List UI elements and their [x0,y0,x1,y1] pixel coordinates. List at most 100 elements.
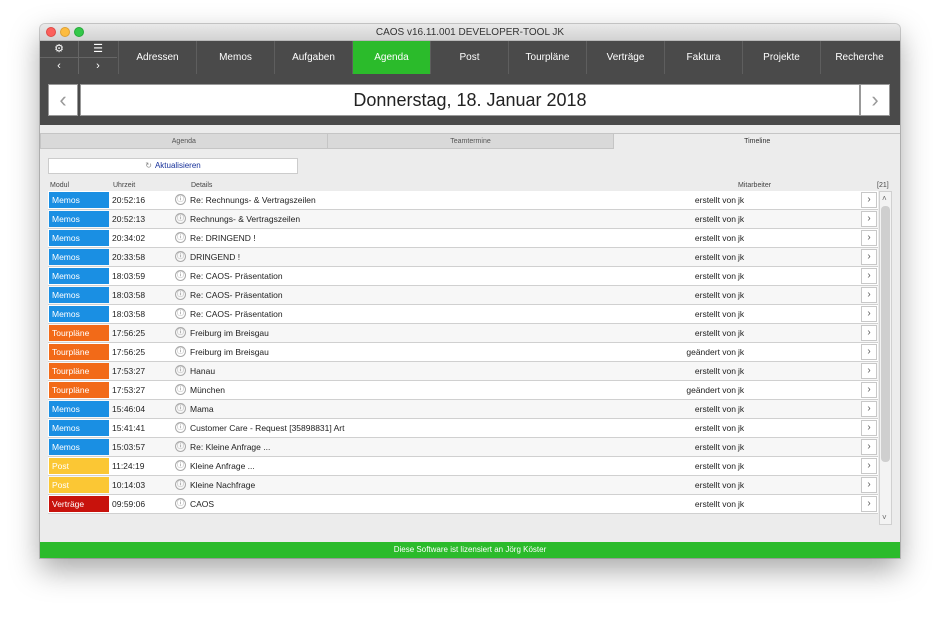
table-row[interactable]: Memos 15:41:41 ⓘ Customer Care - Request [3… [48,419,878,438]
open-row-chevron-icon[interactable]: › [861,477,877,493]
previous-day-chevron-icon[interactable]: ‹ [48,84,78,116]
open-row-chevron-icon[interactable]: › [861,401,877,417]
info-icon[interactable]: ⓘ [175,232,186,243]
nav-tab-2[interactable]: Aufgaben [274,41,352,74]
table-row[interactable]: Memos 18:03:58 ⓘ Re: CAOS- Präsentation erst… [48,305,878,324]
tab-agenda[interactable]: Agenda [40,133,327,149]
open-row-chevron-icon[interactable]: › [861,192,877,208]
nav-tab-7[interactable]: Faktura [664,41,742,74]
nav-tab-6[interactable]: Verträge [586,41,664,74]
nav-tab-0[interactable]: Adressen [118,41,196,74]
open-row-chevron-icon[interactable]: › [861,458,877,474]
module-badge: Memos [49,268,109,284]
nav-tab-5[interactable]: Tourpläne [508,41,586,74]
tab-teamtermine[interactable]: Teamtermine [326,133,614,149]
module-badge: Post [49,477,109,493]
row-action: geändert von [686,385,736,395]
nav-tab-8[interactable]: Projekte [742,41,820,74]
info-icon[interactable]: ⓘ [175,194,186,205]
maximize-window-button[interactable] [74,27,84,37]
row-time: 17:56:25 [112,347,146,357]
table-row[interactable]: Memos 20:52:16 ⓘ Re: Rechnungs- & Vertragsz… [48,191,878,210]
open-row-chevron-icon[interactable]: › [861,325,877,341]
row-details: Re: Rechnungs- & Vertragszeilen [190,195,316,205]
refresh-button[interactable]: ↻ Aktualisieren [48,158,298,174]
info-icon[interactable]: ⓘ [175,441,186,452]
info-icon[interactable]: ⓘ [175,498,186,509]
info-icon[interactable]: ⓘ [175,403,186,414]
nav-tab-9[interactable]: Recherche [820,41,898,74]
vertical-scrollbar[interactable]: ˄ ˅ [879,191,892,525]
info-icon[interactable]: ⓘ [175,289,186,300]
scroll-thumb[interactable] [881,206,890,462]
row-action: erstellt von [694,195,736,205]
scroll-down-icon[interactable]: ˅ [882,513,887,522]
table-row[interactable]: Verträge 09:59:06 ⓘ CAOS erstellt von jk › [48,495,878,514]
open-row-chevron-icon[interactable]: › [861,344,877,360]
row-details: München [190,385,225,395]
nav-tab-1[interactable]: Memos [196,41,274,74]
open-row-chevron-icon[interactable]: › [861,211,877,227]
info-icon[interactable]: ⓘ [175,460,186,471]
next-day-chevron-icon[interactable]: › [860,84,890,116]
open-row-chevron-icon[interactable]: › [861,496,877,512]
scroll-up-icon[interactable]: ˄ [882,194,887,203]
info-icon[interactable]: ⓘ [175,327,186,338]
tab-timeline[interactable]: Timeline [613,133,900,149]
row-employee: jk [738,480,745,490]
info-icon[interactable]: ⓘ [175,422,186,433]
close-window-button[interactable] [46,27,56,37]
back-chevron-icon[interactable]: ‹ [40,58,78,74]
column-header-module: Modul [50,182,70,189]
row-time: 15:41:41 [112,423,146,433]
row-details: Kleine Anfrage ... [190,461,255,471]
table-row[interactable]: Post 10:14:03 ⓘ Kleine Nachfrage erstellt vo… [48,476,878,495]
row-time: 20:33:58 [112,252,146,262]
info-icon[interactable]: ⓘ [175,479,186,490]
info-icon[interactable]: ⓘ [175,346,186,357]
table-row[interactable]: Tourpläne 17:53:27 ⓘ Hanau erstellt von jk › [48,362,878,381]
table-row[interactable]: Memos 20:33:58 ⓘ DRINGEND ! erstellt von jk › [48,248,878,267]
module-badge: Memos [49,306,109,322]
info-icon[interactable]: ⓘ [175,365,186,376]
minimize-window-button[interactable] [60,27,70,37]
row-employee: jk [738,461,745,471]
row-action: erstellt von [694,309,736,319]
info-icon[interactable]: ⓘ [175,308,186,319]
open-row-chevron-icon[interactable]: › [861,249,877,265]
table-row[interactable]: Memos 20:52:13 ⓘ Rechnungs- & Vertragszeile… [48,210,878,229]
settings-gear-icon[interactable]: ⚙ [40,41,78,57]
nav-tab-3[interactable]: Agenda [352,41,430,74]
table-row[interactable]: Tourpläne 17:56:25 ⓘ Freiburg im Breisgau er… [48,324,878,343]
open-row-chevron-icon[interactable]: › [861,287,877,303]
forward-chevron-icon[interactable]: › [79,58,117,74]
table-row[interactable]: Post 11:24:19 ⓘ Kleine Anfrage ... erstellt … [48,457,878,476]
info-icon[interactable]: ⓘ [175,270,186,281]
info-icon[interactable]: ⓘ [175,384,186,395]
open-row-chevron-icon[interactable]: › [861,363,877,379]
table-row[interactable]: Memos 15:03:57 ⓘ Re: Kleine Anfrage ... erst… [48,438,878,457]
open-row-chevron-icon[interactable]: › [861,230,877,246]
control-divider [40,57,117,58]
open-row-chevron-icon[interactable]: › [861,420,877,436]
table-row[interactable]: Memos 20:34:02 ⓘ Re: DRINGEND ! erstellt von… [48,229,878,248]
row-details: Rechnungs- & Vertragszeilen [190,214,301,224]
info-icon[interactable]: ⓘ [175,213,186,224]
nav-tab-4[interactable]: Post [430,41,508,74]
table-row[interactable]: Tourpläne 17:56:25 ⓘ Freiburg im Breisgau ge… [48,343,878,362]
row-employee: jk [738,309,745,319]
open-row-chevron-icon[interactable]: › [861,382,877,398]
window-title: CAOS v16.11.001 DEVELOPER-TOOL JK [375,27,565,38]
title-bar: CAOS v16.11.001 DEVELOPER-TOOL JK [40,24,900,41]
table-row[interactable]: Memos 18:03:58 ⓘ Re: CAOS- Präsentation erst… [48,286,878,305]
info-icon[interactable]: ⓘ [175,251,186,262]
module-badge: Tourpläne [49,344,109,360]
table-row[interactable]: Memos 18:03:59 ⓘ Re: CAOS- Präsentation erst… [48,267,878,286]
open-row-chevron-icon[interactable]: › [861,268,877,284]
open-row-chevron-icon[interactable]: › [861,439,877,455]
menu-icon[interactable]: ☰ [79,41,117,57]
open-row-chevron-icon[interactable]: › [861,306,877,322]
row-employee: jk [738,271,745,281]
table-row[interactable]: Memos 15:46:04 ⓘ Mama erstellt von jk › [48,400,878,419]
table-row[interactable]: Tourpläne 17:53:27 ⓘ München geändert von jk › [48,381,878,400]
